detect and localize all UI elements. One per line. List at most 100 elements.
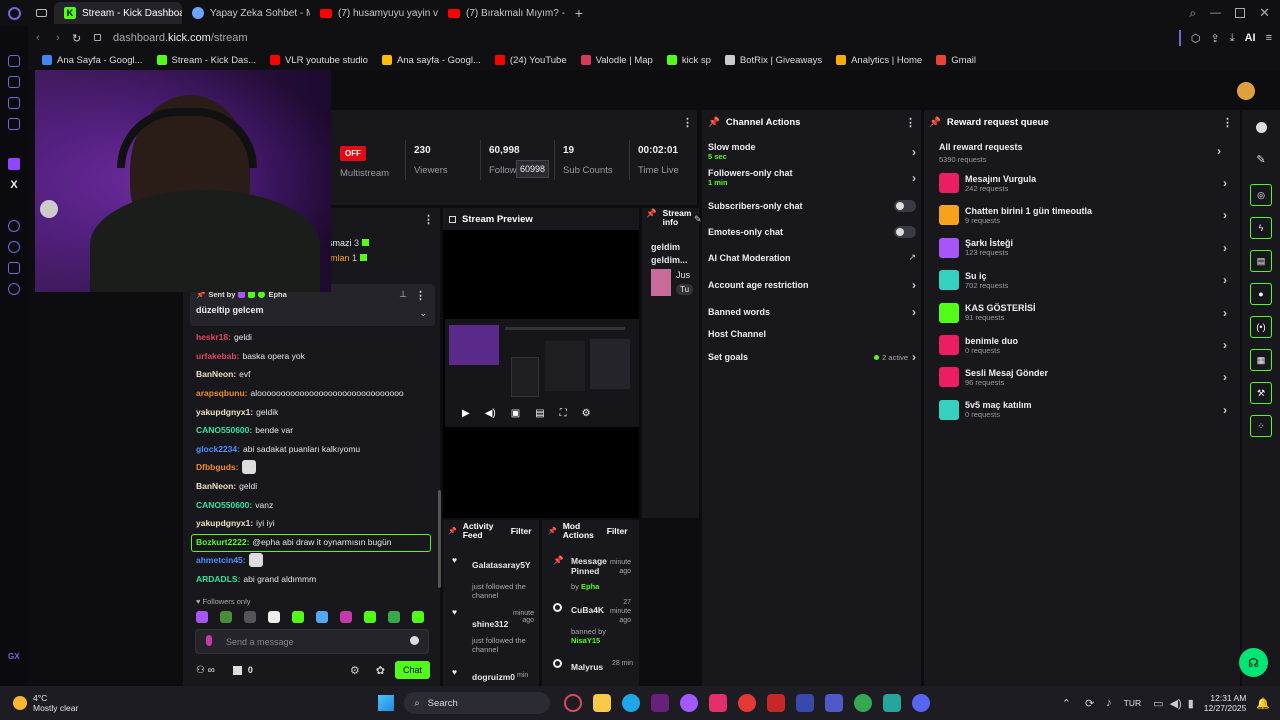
chat-username[interactable]: ahmetcin45: [196, 555, 246, 565]
channel-actions-menu-icon[interactable]: ⋮ [905, 116, 916, 129]
chevron-down-icon[interactable]: ⌄ [419, 308, 427, 319]
channel-action-item[interactable]: Subscribers-only chat [708, 200, 916, 212]
app-icon[interactable] [882, 694, 901, 712]
stats-menu-icon[interactable]: ⋮ [682, 116, 693, 129]
bookmark-item[interactable]: Ana Sayfa - Googl... [42, 55, 143, 66]
channel-action-item[interactable]: AI Chat Moderation ↗ [708, 252, 916, 263]
chat-username[interactable]: BanNeon: [196, 369, 236, 379]
fullscreen-icon[interactable]: ⛶ [560, 408, 567, 419]
multistream-label[interactable]: Multistream [340, 168, 389, 179]
ai-button[interactable]: AI [1245, 32, 1256, 44]
chat-menu-icon[interactable]: ⋮ [423, 213, 434, 226]
bookmark-item[interactable]: Gmail [936, 55, 976, 66]
chat-username[interactable]: heskr18: [196, 332, 231, 342]
taskbar-search[interactable]: ⌕ Search [404, 692, 551, 714]
channel-action-item[interactable]: Followers-only chat 1 min › [708, 168, 916, 187]
chat-message[interactable]: BanNeon: evf [196, 365, 436, 384]
vs-icon[interactable] [650, 694, 669, 712]
document-icon[interactable]: ▤ [1250, 250, 1272, 272]
reward-item[interactable]: 5v5 maç katılım 0 requests › [939, 399, 1227, 420]
chat-message[interactable]: glock2234: abi sadakat puanları kalkıyomu [196, 440, 436, 459]
extensions-icon[interactable]: ⬡ [1191, 32, 1201, 45]
chat-username[interactable]: BanNeon: [196, 481, 236, 491]
bookmark-item[interactable]: kick sp [666, 55, 711, 66]
flash-icon[interactable]: ϟ [1250, 217, 1272, 239]
edit-stream-info-icon[interactable]: ✎ [694, 214, 702, 225]
video-settings-icon[interactable]: ⚙ [582, 408, 591, 419]
tab-yapay-zeka[interactable]: Yapay Zeka Sohbet - Miss [182, 2, 310, 24]
chat-username[interactable]: arapsqbunu: [196, 388, 248, 398]
news-icon[interactable] [766, 694, 785, 712]
bookmark-item[interactable]: Ana sayfa - Googl... [381, 55, 481, 66]
bookmark-item[interactable]: (24) YouTube [494, 55, 567, 66]
clip-icon[interactable]: ▤ [535, 408, 544, 419]
tray-chevron-icon[interactable]: ⌃ [1062, 697, 1071, 710]
reward-item[interactable]: Şarkı İsteği 123 requests › [939, 237, 1227, 258]
toggle-switch[interactable] [894, 226, 916, 238]
play-icon[interactable]: ▶ [462, 408, 470, 419]
maximize-icon[interactable] [1235, 8, 1246, 18]
chat-message[interactable]: urfakebab: baska opera yok [196, 347, 436, 366]
chat-username[interactable]: glock2234: [196, 444, 240, 454]
chat-bubble-icon[interactable]: ● [1250, 283, 1272, 305]
battery-icon[interactable]: ▮ [1188, 697, 1194, 710]
chat-message[interactable]: arapsqbunu: alooooooooooooooooooooooooooo… [196, 384, 436, 403]
microphone-icon[interactable] [206, 635, 212, 646]
chrome-icon[interactable] [853, 694, 872, 712]
chat-username[interactable]: CANO550600: [196, 500, 252, 510]
emote[interactable] [340, 611, 352, 623]
reward-item[interactable]: KAS GÖSTERİSİ 91 requests › [939, 302, 1227, 323]
toggle-switch[interactable] [894, 200, 916, 212]
clock-widget[interactable]: 12:31 AM 12/27/2025 [1204, 693, 1247, 713]
chat-username[interactable]: urfakebab: [196, 351, 239, 361]
mod-filter-button[interactable]: Filter [607, 526, 628, 536]
cube-icon[interactable] [8, 262, 20, 274]
file-explorer-icon[interactable] [592, 694, 611, 712]
broadcast-icon[interactable]: (•) [1250, 316, 1272, 338]
messenger-icon[interactable] [8, 118, 20, 130]
chat-username[interactable]: ARDADLS: [196, 574, 240, 584]
emote[interactable] [196, 611, 208, 623]
crypto-wallet-icon[interactable] [8, 76, 20, 88]
back-icon[interactable]: ‹ [36, 32, 40, 44]
user-avatar[interactable] [1237, 82, 1255, 100]
chat-scrollbar[interactable] [438, 490, 441, 588]
clock-icon[interactable] [8, 241, 20, 253]
opera-logo-icon[interactable] [0, 6, 28, 20]
support-chat-button[interactable]: ☊ [1239, 648, 1268, 677]
chat-input[interactable]: Send a message [195, 629, 429, 654]
chat-username[interactable]: Dfbbguds: [196, 462, 239, 472]
emote[interactable] [388, 611, 400, 623]
channel-action-item[interactable]: Account age restriction › [708, 278, 916, 292]
tab-list-icon[interactable] [28, 9, 54, 17]
aria-icon[interactable] [8, 55, 20, 67]
chat-username[interactable]: yakupdgnyx1: [196, 518, 253, 528]
figma-icon[interactable] [679, 694, 698, 712]
emote[interactable] [412, 611, 424, 623]
tray-sync-icon[interactable]: ⟳ [1085, 697, 1094, 710]
close-icon[interactable]: ✕ [1259, 5, 1270, 21]
bookmark-item[interactable]: BotRix | Giveaways [724, 55, 822, 66]
bookmark-item[interactable]: VLR youtube studio [270, 55, 368, 66]
chat-message[interactable]: Dfbbguds: [196, 458, 436, 477]
chat-message[interactable]: CANO550600: bende var [196, 421, 436, 440]
x-icon[interactable]: X [0, 179, 28, 191]
share-icon[interactable]: ⇪ [1210, 32, 1219, 45]
history-icon[interactable] [8, 220, 20, 232]
chat-settings-icon[interactable]: ⚙ [350, 664, 360, 677]
discord-icon[interactable] [911, 694, 930, 712]
emote[interactable] [244, 611, 256, 623]
edit-icon[interactable]: ✎ [1242, 153, 1280, 166]
mod-tools-icon[interactable]: ⚇ ∞ [196, 665, 215, 676]
chat-message[interactable]: CANO550600: vanz [196, 495, 436, 514]
settings-icon[interactable] [8, 283, 20, 295]
edge-icon[interactable] [621, 694, 640, 712]
emote[interactable] [364, 611, 376, 623]
language-indicator[interactable]: TUR [1124, 698, 1141, 708]
storage-icon[interactable]: ▦ [1250, 349, 1272, 371]
channel-action-item[interactable]: Emotes-only chat [708, 226, 916, 238]
emote[interactable] [316, 611, 328, 623]
volume-tray-icon[interactable]: ◀) [1170, 697, 1182, 710]
network-icon[interactable]: ▭ [1153, 697, 1163, 710]
reward-item[interactable]: Chatten birini 1 gün timeoutla 9 requests… [939, 205, 1227, 226]
